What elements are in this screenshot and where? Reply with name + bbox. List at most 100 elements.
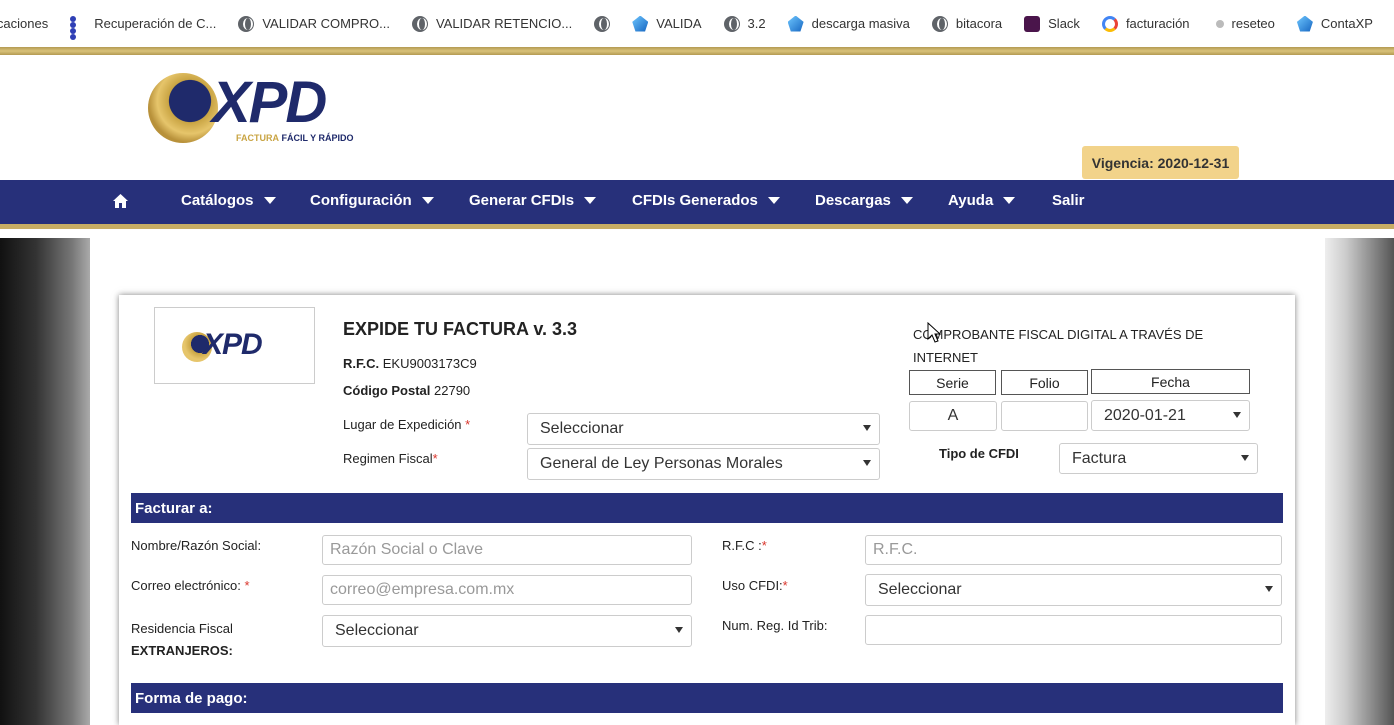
nav-configuracion[interactable]: Configuración [310, 192, 434, 209]
regimen-label: Regimen Fiscal* [343, 451, 438, 466]
bookmark-label: icaciones [0, 16, 49, 31]
bookmark-label: descarga masiva [811, 16, 910, 31]
rfc2-label: R.F.C :* [722, 538, 767, 553]
nombre-input[interactable]: Razón Social o Clave [322, 535, 692, 565]
serie-header: Serie [909, 370, 996, 395]
nombre-label: Nombre/Razón Social: [131, 538, 262, 553]
background-right [1325, 238, 1394, 725]
folio-header: Folio [1001, 370, 1088, 395]
bookmark-label: 3.2 [747, 16, 766, 31]
serie-input[interactable]: A [909, 401, 997, 431]
correo-input[interactable]: correo@empresa.com.mx [322, 575, 692, 605]
section-facturar: Facturar a: [131, 493, 1283, 523]
residencia-select[interactable]: Seleccionar [322, 615, 692, 647]
drop-icon [632, 15, 649, 32]
select-arrow-icon [863, 460, 871, 466]
nav-cfdis-generados[interactable]: CFDIs Generados [632, 192, 780, 209]
logo-emblem-icon [148, 73, 218, 143]
bookmark-label: VALIDAR COMPRO... [262, 16, 390, 31]
bookmark-label: bitacora [955, 16, 1003, 31]
select-arrow-icon [863, 425, 871, 431]
bookmark-globe-blank[interactable] [594, 15, 618, 32]
caret-down-icon [900, 197, 913, 204]
vigencia-badge: Vigencia: 2020-12-31 [1082, 146, 1239, 179]
bookmark-32[interactable]: 3.2 [723, 15, 766, 32]
caret-down-icon [1003, 197, 1016, 204]
form-title: EXPIDE TU FACTURA v. 3.3 [343, 319, 578, 339]
main-nav: Catálogos Configuración Generar CFDIs CF… [0, 180, 1394, 224]
bookmark-contaxp[interactable]: ContaXP [1296, 15, 1373, 32]
small-dot-icon [1215, 19, 1224, 28]
select-arrow-icon [675, 627, 683, 633]
bookmark-reseteo[interactable]: reseteo [1212, 16, 1275, 31]
google-icon [1101, 15, 1118, 32]
slack-icon [1024, 15, 1041, 32]
logo-tagline: FACTURA FÁCIL Y RÁPIDO [236, 133, 354, 143]
tipo-label: Tipo de CFDI [939, 446, 1019, 461]
globe-icon [723, 15, 740, 32]
bookmark-label: VALIDAR RETENCIO... [435, 16, 573, 31]
globe-icon [238, 15, 255, 32]
lugar-select[interactable]: Seleccionar [527, 413, 880, 445]
tipo-cfdi-select[interactable]: Factura [1059, 443, 1258, 474]
bookmark-descarga-masiva[interactable]: descarga masiva [787, 15, 910, 32]
cp-value: 22790 [434, 383, 471, 398]
rfc-line: R.F.C. EKU9003173C9 [343, 356, 477, 371]
bookmark-validar-retencio[interactable]: VALIDAR RETENCIO... [411, 15, 573, 32]
site-header: XPD FACTURA FÁCIL Y RÁPIDO Vigencia: 202… [0, 55, 1394, 180]
bookmark-label: VALIDA [656, 16, 702, 31]
fecha-select[interactable]: 2020-01-21 [1091, 400, 1250, 431]
section-forma-pago: Forma de pago: [131, 683, 1283, 713]
invoice-form-card: XPD EXPIDE TU FACTURA v. 3.3 R.F.C. EKU9… [119, 295, 1295, 725]
nav-salir[interactable]: Salir [1052, 192, 1085, 209]
bookmark-facturacion[interactable]: facturación [1101, 15, 1190, 32]
globe-icon [411, 15, 428, 32]
bookmark-label: ContaXP [1320, 16, 1373, 31]
numreg-input[interactable] [865, 615, 1282, 645]
folio-input[interactable] [1001, 401, 1088, 431]
residencia-label: Residencia Fiscal EXTRANJEROS: [131, 621, 233, 658]
nav-descargas[interactable]: Descargas [815, 192, 913, 209]
company-logo: XPD [154, 307, 315, 384]
bookmark-slack[interactable]: Slack [1024, 15, 1080, 32]
select-arrow-icon [1265, 586, 1273, 592]
bookmark-recuperacion[interactable]: Recuperación de C... [70, 15, 217, 40]
background-left [0, 238, 90, 725]
nav-catalogos[interactable]: Catálogos [181, 192, 276, 209]
globe-icon [594, 15, 611, 32]
uso-cfdi-select[interactable]: Seleccionar [865, 574, 1282, 606]
home-icon[interactable] [112, 193, 129, 209]
bookmark-label: reseteo [1231, 16, 1275, 31]
caret-down-icon [421, 197, 434, 204]
fecha-header: Fecha [1091, 369, 1250, 394]
globe-icon [931, 15, 948, 32]
cp-line: Código Postal 22790 [343, 383, 471, 398]
nav-ayuda[interactable]: Ayuda [948, 192, 1016, 209]
numreg-label: Num. Reg. Id Trib: [722, 618, 828, 633]
lugar-label: Lugar de Expedición * [343, 417, 471, 432]
uso-label: Uso CFDI:* [722, 578, 788, 593]
select-arrow-icon [1233, 412, 1241, 418]
select-arrow-icon [1241, 455, 1249, 461]
bookmark-aplicaciones[interactable]: icaciones [0, 16, 48, 31]
bookmark-valida[interactable]: VALIDA [632, 15, 702, 32]
drop-icon [1296, 15, 1313, 32]
comprobante-heading: COMPROBANTE FISCAL DIGITAL A TRAVÉS DE I… [913, 327, 1204, 365]
bookmark-label: Recuperación de C... [94, 16, 217, 31]
caret-down-icon [767, 197, 780, 204]
correo-label: Correo electrónico: * [131, 578, 250, 593]
nav-gold-divider [0, 224, 1394, 229]
drop-icon [787, 15, 804, 32]
caret-down-icon [263, 197, 276, 204]
logo-text: XPD [203, 328, 263, 361]
regimen-select[interactable]: General de Ley Personas Morales [527, 448, 880, 480]
bookmark-label: Slack [1048, 16, 1080, 31]
rfc-input[interactable]: R.F.C. [865, 535, 1282, 565]
bookmarks-bar: icaciones Recuperación de C... VALIDAR C… [0, 0, 1394, 47]
xpd-logo[interactable]: XPD FACTURA FÁCIL Y RÁPIDO [148, 70, 368, 148]
bookmark-validar-compro[interactable]: VALIDAR COMPRO... [238, 15, 390, 32]
bookmark-bitacora[interactable]: bitacora [931, 15, 1003, 32]
caret-down-icon [584, 197, 597, 204]
rfc-value: EKU9003173C9 [382, 356, 477, 371]
nav-generar-cfdis[interactable]: Generar CFDIs [469, 192, 597, 209]
